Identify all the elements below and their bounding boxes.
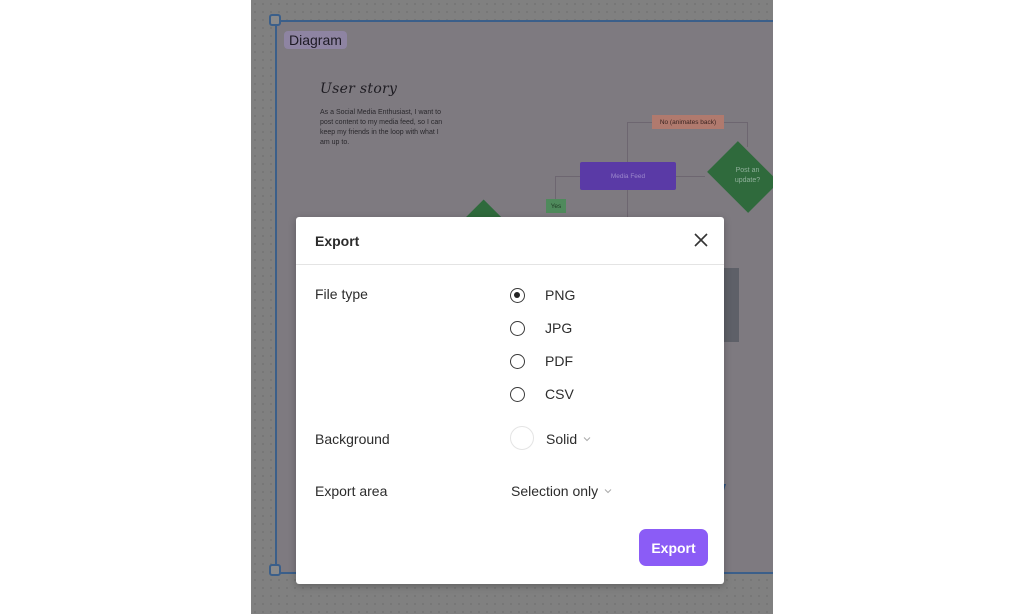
radio-icon[interactable]	[510, 386, 525, 402]
connector-line	[747, 122, 748, 147]
media-feed-node[interactable]: Media Feed	[580, 162, 676, 190]
file-type-option-csv[interactable]: CSV	[510, 386, 574, 402]
radio-icon[interactable]	[510, 320, 525, 336]
frame-label[interactable]: Diagram	[284, 31, 347, 49]
export-button[interactable]: Export	[639, 529, 708, 566]
export-area-select[interactable]: Selection only	[511, 483, 612, 499]
connector-line	[555, 176, 556, 200]
resize-handle-bottom-left[interactable]	[269, 564, 281, 576]
file-type-option-jpg[interactable]: JPG	[510, 320, 572, 336]
background-select-value: Solid	[546, 431, 578, 447]
decision-node-label: Post an update?	[734, 167, 761, 184]
chevron-down-icon	[583, 437, 591, 442]
user-story-title: User story	[320, 81, 398, 97]
file-type-option-png[interactable]: PNG	[510, 287, 575, 303]
export-area-select-value: Selection only	[511, 483, 599, 499]
connector-line	[555, 176, 581, 177]
radio-label: CSV	[545, 386, 574, 402]
background-select[interactable]: Solid	[546, 431, 591, 447]
connector-line	[675, 176, 705, 177]
radio-icon[interactable]	[510, 353, 525, 369]
dialog-title: Export	[315, 233, 360, 249]
radio-label: PNG	[545, 287, 576, 303]
no-branch-label[interactable]: No (animates back)	[652, 115, 724, 129]
file-type-option-pdf[interactable]: PDF	[510, 353, 573, 369]
background-label: Background	[315, 431, 390, 447]
radio-checked-icon[interactable]	[510, 287, 525, 303]
resize-handle-top-left[interactable]	[269, 14, 281, 26]
connector-line	[627, 190, 628, 220]
radio-label: PDF	[545, 353, 573, 369]
connector-line	[627, 122, 628, 164]
export-area-label: Export area	[315, 483, 388, 499]
dialog-header: Export	[296, 217, 724, 265]
export-dialog: Export File type PNG JPG PDF CSV Backgro…	[296, 217, 724, 584]
chevron-down-icon	[604, 489, 612, 494]
yes-branch-label[interactable]: Yes	[546, 199, 566, 213]
close-icon	[694, 233, 708, 247]
user-story-text: As a Social Media Enthusiast, I want to …	[320, 109, 443, 146]
radio-label: JPG	[545, 320, 573, 336]
background-color-swatch[interactable]	[510, 426, 534, 450]
file-type-label: File type	[315, 286, 368, 302]
close-button[interactable]	[692, 231, 710, 249]
